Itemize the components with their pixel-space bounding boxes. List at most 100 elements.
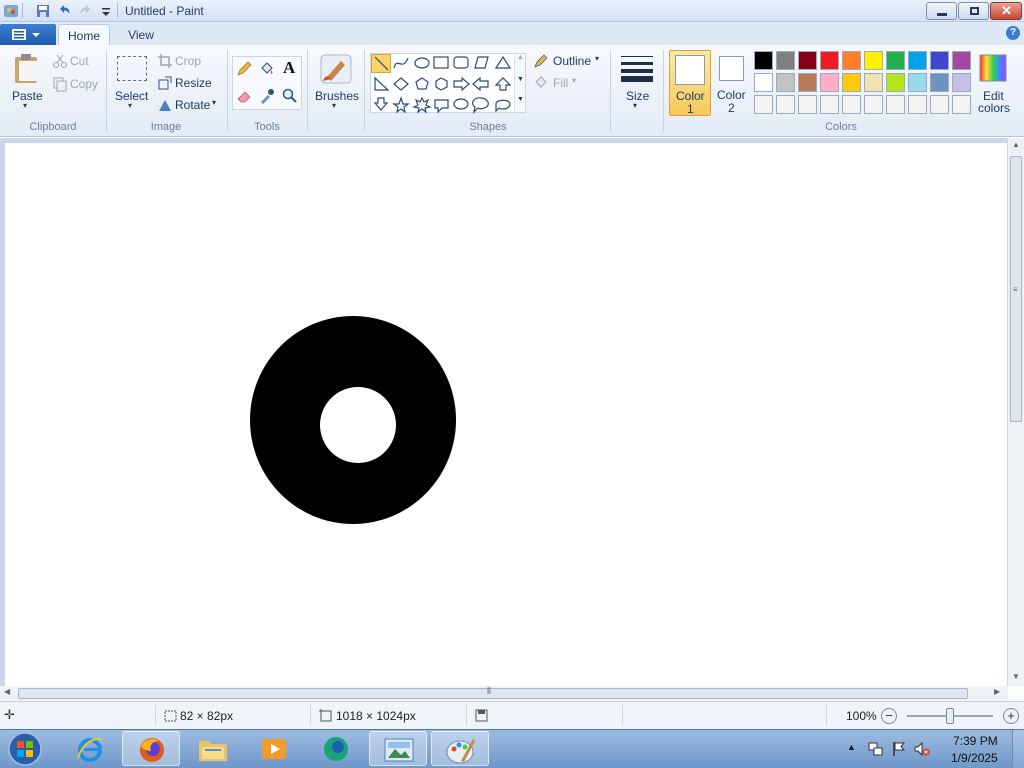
- zoom-slider-thumb[interactable]: [946, 708, 954, 724]
- magnifier-icon[interactable]: [282, 88, 298, 104]
- palette-swatch[interactable]: [886, 73, 905, 92]
- rotate-button[interactable]: Rotate: [175, 98, 210, 112]
- show-hidden-icons[interactable]: ▲: [847, 742, 856, 752]
- scroll-right-icon[interactable]: ▶: [994, 687, 1000, 696]
- save-icon[interactable]: [35, 3, 51, 19]
- brushes-dropdown-icon[interactable]: ▾: [332, 101, 336, 110]
- palette-swatch[interactable]: [798, 51, 817, 70]
- palette-swatch[interactable]: [864, 51, 883, 70]
- horizontal-scroll-thumb[interactable]: ⦀: [18, 686, 968, 699]
- network-icon[interactable]: [868, 741, 884, 757]
- outline-button[interactable]: Outline: [553, 54, 591, 68]
- paste-button[interactable]: Paste: [12, 89, 43, 103]
- edit-colors-label-line2[interactable]: colors: [978, 101, 1010, 115]
- crop-button[interactable]: Crop: [175, 54, 201, 68]
- gallery-more-icon[interactable]: ▼: [517, 96, 524, 103]
- outline-dropdown-icon[interactable]: ▾: [595, 54, 599, 63]
- palette-swatch[interactable]: [930, 51, 949, 70]
- scroll-left-icon[interactable]: ◀: [4, 687, 10, 696]
- drawing-canvas[interactable]: [5, 143, 1007, 686]
- show-desktop-button[interactable]: [1012, 730, 1024, 768]
- clock-time[interactable]: 7:39 PM: [953, 734, 998, 748]
- volume-muted-icon[interactable]: [914, 741, 930, 757]
- palette-swatch[interactable]: [820, 73, 839, 92]
- resize-button[interactable]: Resize: [175, 76, 212, 90]
- paste-dropdown-icon[interactable]: ▾: [23, 101, 27, 110]
- fill-bucket-icon[interactable]: [259, 61, 275, 77]
- select-dropdown-icon[interactable]: ▾: [128, 101, 132, 110]
- fill-button[interactable]: Fill: [553, 76, 568, 90]
- taskbar-internet-explorer[interactable]: [61, 731, 119, 766]
- palette-swatch[interactable]: [930, 95, 949, 114]
- undo-icon[interactable]: [56, 3, 72, 19]
- palette-swatch[interactable]: [908, 95, 927, 114]
- taskbar-media-player[interactable]: [245, 731, 303, 766]
- palette-swatch[interactable]: [754, 95, 773, 114]
- pencil-icon[interactable]: [236, 61, 252, 77]
- clock-date[interactable]: 1/9/2025: [951, 751, 998, 765]
- palette-swatch[interactable]: [886, 95, 905, 114]
- paint-app-icon[interactable]: [3, 3, 19, 19]
- palette-swatch[interactable]: [798, 95, 817, 114]
- tab-view[interactable]: View: [120, 24, 162, 46]
- scroll-up-icon[interactable]: ▲: [1012, 140, 1020, 149]
- palette-swatch[interactable]: [952, 95, 971, 114]
- text-tool-icon[interactable]: A: [283, 58, 295, 78]
- rotate-dropdown-icon[interactable]: ▾: [212, 98, 216, 107]
- start-button[interactable]: [4, 731, 46, 767]
- palette-swatch[interactable]: [842, 51, 861, 70]
- copy-button[interactable]: Copy: [70, 77, 98, 91]
- group-separator: [307, 50, 308, 132]
- palette-swatch[interactable]: [908, 51, 927, 70]
- scroll-down-icon[interactable]: ▼: [1012, 672, 1020, 681]
- redo-icon[interactable]: [78, 3, 94, 19]
- size-dropdown-icon[interactable]: ▾: [633, 101, 637, 110]
- palette-swatch[interactable]: [842, 73, 861, 92]
- palette-swatch[interactable]: [886, 51, 905, 70]
- palette-swatch[interactable]: [754, 51, 773, 70]
- size-button[interactable]: Size: [626, 89, 649, 103]
- palette-swatch[interactable]: [820, 95, 839, 114]
- close-button[interactable]: ✕: [990, 2, 1022, 20]
- color1-button[interactable]: Color 1: [669, 50, 711, 116]
- taskbar-app[interactable]: [307, 731, 365, 766]
- help-icon[interactable]: ?: [1006, 26, 1020, 40]
- palette-swatch[interactable]: [952, 73, 971, 92]
- taskbar-paint[interactable]: [431, 731, 489, 766]
- brushes-button[interactable]: Brushes: [315, 89, 359, 103]
- customize-quickaccess-icon[interactable]: [98, 3, 114, 19]
- taskbar-photo-viewer[interactable]: [369, 731, 427, 766]
- fill-dropdown-icon[interactable]: ▾: [572, 76, 576, 85]
- palette-swatch[interactable]: [842, 95, 861, 114]
- taskbar-firefox[interactable]: [122, 731, 180, 766]
- gallery-down-icon[interactable]: ▼: [517, 76, 524, 83]
- zoom-out-button[interactable]: −: [881, 708, 897, 724]
- restore-button[interactable]: [958, 2, 989, 20]
- palette-swatch[interactable]: [908, 73, 927, 92]
- shapes-gallery-scrollbar[interactable]: ▲ ▼ ▼: [514, 54, 525, 112]
- palette-swatch[interactable]: [930, 73, 949, 92]
- palette-swatch[interactable]: [776, 73, 795, 92]
- palette-swatch[interactable]: [820, 51, 839, 70]
- minimize-button[interactable]: [926, 2, 957, 20]
- palette-swatch[interactable]: [952, 51, 971, 70]
- vertical-scroll-thumb[interactable]: ≡: [1010, 156, 1022, 422]
- eraser-icon[interactable]: [236, 88, 252, 104]
- palette-swatch[interactable]: [864, 95, 883, 114]
- color2-button[interactable]: Color 2: [713, 50, 751, 116]
- palette-swatch[interactable]: [776, 51, 795, 70]
- palette-swatch[interactable]: [864, 73, 883, 92]
- action-center-flag-icon[interactable]: [891, 741, 907, 757]
- paint-menu-button[interactable]: [0, 24, 56, 45]
- horizontal-scrollbar[interactable]: ◀ ⦀ ▶: [0, 686, 1008, 701]
- palette-swatch[interactable]: [776, 95, 795, 114]
- zoom-in-button[interactable]: +: [1003, 708, 1019, 724]
- palette-swatch[interactable]: [798, 73, 817, 92]
- gallery-up-icon[interactable]: ▲: [517, 54, 524, 61]
- cut-button[interactable]: Cut: [70, 54, 89, 68]
- vertical-scrollbar[interactable]: ▲ ≡ ▼: [1008, 138, 1024, 686]
- color-picker-icon[interactable]: [259, 88, 275, 104]
- taskbar-file-explorer[interactable]: [184, 731, 242, 766]
- tab-home[interactable]: Home: [58, 24, 110, 46]
- palette-swatch[interactable]: [754, 73, 773, 92]
